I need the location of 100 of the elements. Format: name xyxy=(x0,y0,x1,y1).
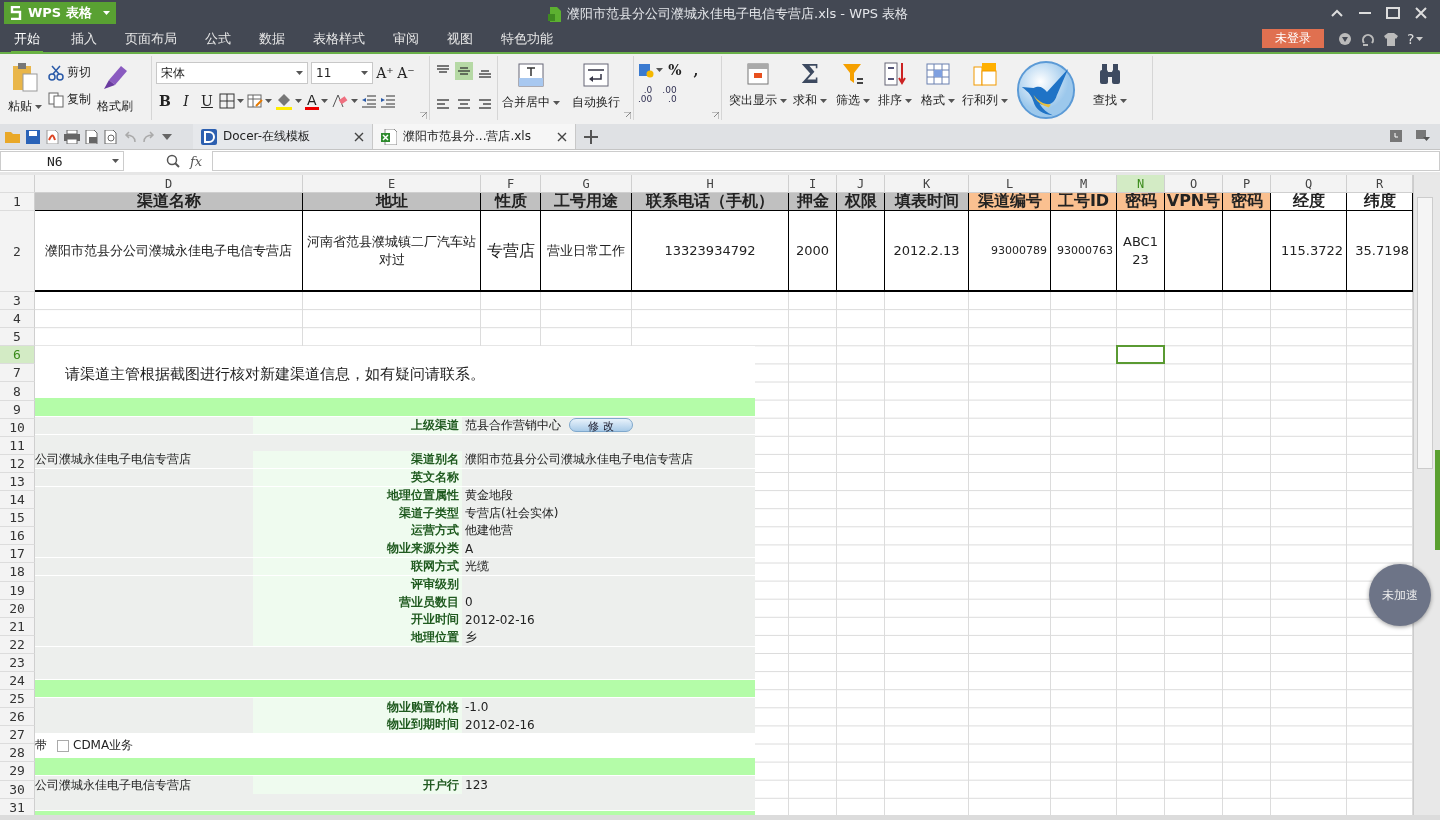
ribbon-tool-button[interactable]: 筛选 xyxy=(832,62,874,120)
menu-tab[interactable]: 视图 xyxy=(447,25,473,53)
decimal-places-button[interactable]: .00 .0 xyxy=(662,86,677,104)
column-header[interactable]: R xyxy=(1347,175,1413,193)
menu-tab[interactable]: 表格样式 xyxy=(313,25,365,53)
document-tab[interactable]: 濮阳市范县分...营店.xls xyxy=(373,124,576,149)
table-cell: 93000763 xyxy=(1051,211,1117,292)
font-size-select[interactable]: 11 xyxy=(311,62,373,84)
column-header[interactable]: E xyxy=(303,175,481,193)
column-header[interactable]: I xyxy=(789,175,837,193)
row-header[interactable]: 6 xyxy=(0,346,35,365)
column-header[interactable]: D xyxy=(35,175,303,193)
document-tab[interactable]: Docer-在线模板 xyxy=(193,124,373,149)
number-format-button[interactable]: , xyxy=(687,62,705,78)
field-label: 英文名称 xyxy=(253,468,462,487)
row-header[interactable]: 4 xyxy=(0,310,35,329)
tab-label: 濮阳市范县分...营店.xls xyxy=(403,128,531,145)
column-title-cell: 工号ID xyxy=(1051,193,1117,211)
table-cell: 115.3722 xyxy=(1271,211,1347,292)
name-box[interactable]: N6 xyxy=(0,151,124,171)
column-header[interactable]: F xyxy=(481,175,541,193)
row-header[interactable]: 1 xyxy=(0,193,35,211)
wrap-text-button[interactable]: 自动换行 xyxy=(572,62,620,120)
menu-tab[interactable]: 数据 xyxy=(259,25,285,53)
row-header[interactable]: 25 xyxy=(0,690,35,709)
row-header[interactable]: 27 xyxy=(0,726,35,745)
column-header[interactable]: L xyxy=(969,175,1051,193)
help-button[interactable]: ? xyxy=(1407,31,1424,47)
column-header[interactable]: J xyxy=(837,175,885,193)
accelerator-button[interactable]: 未加速 xyxy=(1369,564,1431,626)
field-value: 123 xyxy=(465,778,488,793)
font-color-button[interactable]: A xyxy=(305,92,328,110)
column-header[interactable]: M xyxy=(1051,175,1117,193)
instruction-text: 请渠道主管根据截图进行核对新建渠道信息，如有疑问请联系。 xyxy=(65,364,485,384)
row-header[interactable]: 15 xyxy=(0,509,35,528)
column-header[interactable]: G xyxy=(541,175,632,193)
copy-button[interactable]: 复制 xyxy=(48,91,91,108)
column-header[interactable]: H xyxy=(632,175,789,193)
column-header[interactable]: P xyxy=(1223,175,1271,193)
column-header[interactable]: O xyxy=(1165,175,1223,193)
sum-icon: Σ xyxy=(800,62,820,86)
text-style-button[interactable]: I xyxy=(177,93,195,109)
menu-tab[interactable]: 特色功能 xyxy=(501,25,553,53)
field-label: 联网方式 xyxy=(253,557,462,576)
merge-center-button[interactable]: 合并居中 xyxy=(502,62,560,120)
column-title-cell: 渠道名称 xyxy=(35,193,303,211)
checkbox-label: CDMA业务 xyxy=(73,737,134,755)
row-header[interactable]: 18 xyxy=(0,563,35,582)
ribbon-tool-button[interactable]: 查找 xyxy=(1082,62,1138,120)
menu-tab[interactable]: 公式 xyxy=(205,25,231,53)
font-size-step-button[interactable]: A⁻ xyxy=(397,65,415,81)
column-title-cell: 权限 xyxy=(837,193,885,211)
field-label: 营业员数目 xyxy=(253,593,462,611)
row-header[interactable]: 16 xyxy=(0,527,35,546)
ribbon-tool-button[interactable]: 突出显示 xyxy=(728,62,788,120)
field-value: 濮阳市范县分公司濮城永佳电子电信专营店 xyxy=(465,451,693,469)
function-label[interactable]: fx xyxy=(190,153,203,169)
ribbon-tool-button[interactable]: 格式 xyxy=(916,62,960,120)
field-value: 乡 xyxy=(465,629,477,647)
row-header[interactable]: 8 xyxy=(0,382,35,401)
table-cell: 2012.2.13 xyxy=(885,211,969,292)
ribbon-tool-button[interactable]: Σ 求和 xyxy=(788,62,832,120)
number-format-button[interactable]: % xyxy=(666,62,684,78)
edit-button[interactable]: 修 改 xyxy=(569,418,633,433)
menu-tab[interactable]: 审阅 xyxy=(393,25,419,53)
column-title-cell: 地址 xyxy=(303,193,481,211)
text-style-button[interactable]: U xyxy=(198,93,216,109)
column-header[interactable]: Q xyxy=(1271,175,1347,193)
field-label: 评审级别 xyxy=(253,575,462,593)
row-header[interactable]: 26 xyxy=(0,708,35,727)
table-cell: 河南省范县濮城镇二厂汽车站对过 xyxy=(303,211,481,292)
window-title: 濮阳市范县分公司濮城永佳电子电信专营店.xls - WPS 表格 xyxy=(567,5,909,23)
decimal-places-button[interactable]: .0 .00 xyxy=(638,86,653,104)
row-header[interactable]: 17 xyxy=(0,545,35,564)
text-style-button[interactable]: B xyxy=(156,93,174,109)
cropped-text: 公司濮城永佳电子电信专营店 xyxy=(35,451,192,469)
row-header[interactable]: 28 xyxy=(0,744,35,763)
field-value: -1.0 xyxy=(465,700,489,714)
menu-tab[interactable]: 页面布局 xyxy=(125,25,177,53)
paste-button[interactable]: 粘贴 xyxy=(8,62,42,120)
menu-tab[interactable]: 插入 xyxy=(71,25,97,53)
row-header[interactable]: 14 xyxy=(0,491,35,510)
column-title-cell: 押金 xyxy=(789,193,837,211)
ribbon-tool-button[interactable]: 排序 xyxy=(874,62,916,120)
row-header[interactable]: 2 xyxy=(0,211,35,292)
column-title-cell: 填表时间 xyxy=(885,193,969,211)
tab-label: Docer-在线模板 xyxy=(223,128,311,145)
ribbon-tool-button[interactable]: 行和列 xyxy=(960,62,1010,120)
row-header[interactable]: 7 xyxy=(0,364,35,383)
font-size-step-button[interactable]: A⁺ xyxy=(376,65,394,81)
field-label: 地理位置 xyxy=(253,629,462,647)
cut-button[interactable]: 剪切 xyxy=(48,64,91,81)
format-painter-button[interactable]: 格式刷 xyxy=(97,62,133,120)
row-header[interactable]: 29 xyxy=(0,762,35,781)
font-select[interactable]: 宋体 xyxy=(156,62,308,84)
field-value: 黄金地段 xyxy=(465,486,513,504)
row-header[interactable]: 3 xyxy=(0,292,35,311)
column-header[interactable]: K xyxy=(885,175,969,193)
row-header[interactable]: 5 xyxy=(0,328,35,347)
table-cell: ABC123 xyxy=(1117,211,1165,292)
